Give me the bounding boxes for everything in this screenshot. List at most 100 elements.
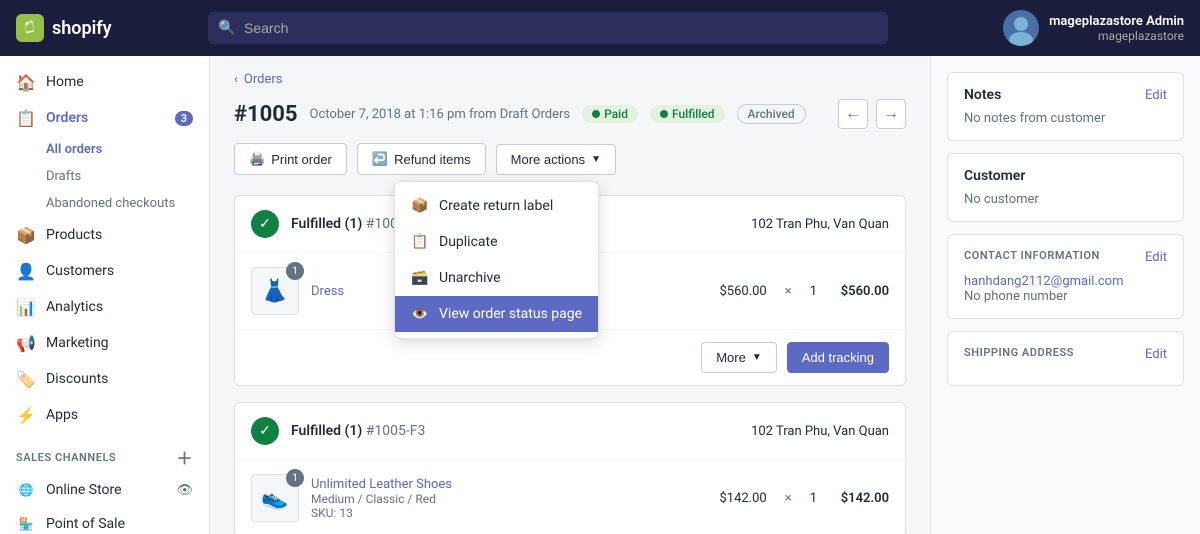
item-total-1: $560.00 — [829, 284, 889, 299]
logo-area: shopify — [16, 14, 196, 42]
user-info: mageplazastore Admin mageplazastore — [1049, 14, 1184, 43]
channel-label: Online Store — [46, 482, 122, 498]
order-meta: October 7, 2018 at 1:16 pm from Draft Or… — [310, 107, 571, 122]
refund-items-button[interactable]: ↩️ Refund items — [357, 143, 486, 175]
sidebar-item-analytics[interactable]: 📊 Analytics — [0, 289, 209, 325]
user-area: mageplazastore Admin mageplazastore — [1003, 10, 1184, 46]
unarchive-icon: 🗃️ — [411, 269, 429, 287]
shipping-edit-button[interactable]: Edit — [1145, 347, 1167, 362]
fulfilled-badge: Fulfilled — [650, 105, 725, 123]
apps-icon: ⚡ — [16, 405, 36, 425]
more-actions-button[interactable]: More actions ▼ — [496, 144, 616, 175]
next-order-button[interactable]: → — [876, 99, 906, 129]
fulfilled-icon-2: ✓ — [251, 417, 279, 445]
sidebar-item-label: Apps — [46, 407, 78, 423]
order-item-row-2: 👟 1 Unlimited Leather Shoes Medium / Cla… — [235, 460, 905, 534]
more-button-card1[interactable]: More ▼ — [701, 342, 777, 373]
more-caret-icon: ▼ — [591, 154, 601, 165]
notes-title: Notes — [964, 87, 1001, 103]
fulfilled-icon-1: ✓ — [251, 210, 279, 238]
notes-header: Notes Edit — [964, 87, 1167, 103]
contact-email[interactable]: hanhdang2112@gmail.com — [964, 274, 1167, 289]
products-icon: 📦 — [16, 225, 36, 245]
item-total-2: $142.00 — [829, 491, 889, 506]
orders-badge: 3 — [175, 111, 193, 126]
dropdown-view-status[interactable]: 👁️ View order status page — [395, 296, 598, 332]
sidebar-item-label: Home — [46, 74, 84, 90]
item-qty-badge-1: 1 — [286, 262, 304, 280]
sidebar-item-label: Marketing — [46, 335, 109, 351]
discounts-icon: 🏷️ — [16, 369, 36, 389]
create-return-icon: 📦 — [411, 197, 429, 215]
item-qty-1: 1 — [810, 284, 817, 299]
dropdown-unarchive[interactable]: 🗃️ Unarchive — [395, 260, 598, 296]
fulfilled-dot — [660, 110, 668, 118]
fulfilled-card-2: ✓ Fulfilled (1) #1005-F3 102 Tran Phu, V… — [234, 402, 906, 534]
sidebar-item-abandoned[interactable]: Abandoned checkouts — [46, 190, 209, 217]
printer-icon: 🖨️ — [249, 151, 265, 167]
sidebar-item-label: Products — [46, 227, 102, 243]
main-content: ‹ Orders #1005 October 7, 2018 at 1:16 p… — [210, 0, 1200, 534]
search-bar[interactable]: 🔍 — [208, 12, 888, 44]
sidebar-item-drafts[interactable]: Drafts — [46, 163, 209, 190]
card-address-2: 102 Tran Phu, Van Quan — [751, 424, 889, 439]
shopify-logo-icon — [16, 14, 44, 42]
add-channel-icon[interactable]: ＋ — [176, 445, 193, 469]
avatar — [1003, 10, 1039, 46]
analytics-icon: 📊 — [16, 297, 36, 317]
sidebar-item-apps[interactable]: ⚡ Apps — [0, 397, 209, 433]
notes-edit-button[interactable]: Edit — [1145, 88, 1167, 103]
sidebar-item-products[interactable]: 📦 Products — [0, 217, 209, 253]
customer-header: Customer — [964, 168, 1167, 184]
duplicate-icon: 📋 — [411, 233, 429, 251]
item-sku-2: SKU: 13 — [311, 506, 707, 520]
breadcrumb[interactable]: ‹ Orders — [234, 72, 906, 87]
home-icon: 🏠 — [16, 72, 36, 92]
sidebar-item-discounts[interactable]: 🏷️ Discounts — [0, 361, 209, 397]
dropdown-create-return[interactable]: 📦 Create return label — [395, 188, 598, 224]
card-address-1: 102 Tran Phu, Van Quan — [751, 217, 889, 232]
item-image-2: 👟 1 — [251, 474, 299, 522]
channel-label: Point of Sale — [46, 516, 125, 532]
pos-icon: 🏪 — [16, 514, 36, 534]
sidebar-item-all-orders[interactable]: All orders — [46, 136, 209, 163]
more-caret-card1: ▼ — [752, 352, 762, 363]
orders-icon: 📋 — [16, 108, 36, 128]
card-header-2: ✓ Fulfilled (1) #1005-F3 102 Tran Phu, V… — [235, 403, 905, 460]
prev-order-button[interactable]: ← — [838, 99, 868, 129]
contact-edit-button[interactable]: Edit — [1145, 250, 1167, 265]
sidebar-item-online-store[interactable]: 🌐 Online Store 👁 — [0, 473, 209, 507]
top-nav: shopify 🔍 mageplazastore Admin mageplaza… — [0, 0, 1200, 56]
item-details-2: Unlimited Leather Shoes Medium / Classic… — [311, 477, 707, 520]
sidebar-item-marketing[interactable]: 📢 Marketing — [0, 325, 209, 361]
shipping-section: SHIPPING ADDRESS Edit — [947, 331, 1184, 386]
add-tracking-button[interactable]: Add tracking — [787, 342, 889, 373]
item-variant-2: Medium / Classic / Red — [311, 492, 707, 506]
sidebar-item-label: Orders — [46, 110, 88, 126]
dropdown-duplicate[interactable]: 📋 Duplicate — [395, 224, 598, 260]
shopify-wordmark: shopify — [52, 18, 112, 39]
sidebar-item-home[interactable]: 🏠 Home — [0, 64, 209, 100]
contact-title: CONTACT INFORMATION — [964, 249, 1100, 262]
sidebar: 🏠 Home 📋 Orders 3 All orders Drafts Aban… — [0, 0, 210, 534]
item-qty-badge-2: 1 — [286, 469, 304, 487]
sidebar-item-orders[interactable]: 📋 Orders 3 — [0, 100, 209, 136]
search-input[interactable] — [208, 12, 888, 44]
action-bar: 🖨️ Print order ↩️ Refund items More acti… — [234, 143, 906, 175]
back-arrow-icon: ‹ — [234, 72, 238, 87]
item-image-1: 👗 1 — [251, 267, 299, 315]
card-title-2: Fulfilled (1) #1005-F3 — [291, 423, 425, 439]
eye-icon[interactable]: 👁 — [176, 483, 193, 498]
contact-phone: No phone number — [964, 289, 1167, 304]
sidebar-item-label: Analytics — [46, 299, 103, 315]
sidebar-item-label: Discounts — [46, 371, 108, 387]
archived-badge: Archived — [737, 104, 806, 124]
marketing-icon: 📢 — [16, 333, 36, 353]
sidebar-item-customers[interactable]: 👤 Customers — [0, 253, 209, 289]
nav-arrows: ← → — [838, 99, 906, 129]
notes-body: No notes from customer — [964, 111, 1167, 126]
print-order-button[interactable]: 🖨️ Print order — [234, 143, 347, 175]
item-name-2[interactable]: Unlimited Leather Shoes — [311, 477, 707, 492]
sidebar-item-point-of-sale[interactable]: 🏪 Point of Sale — [0, 507, 209, 534]
user-name: mageplazastore Admin — [1049, 14, 1184, 29]
